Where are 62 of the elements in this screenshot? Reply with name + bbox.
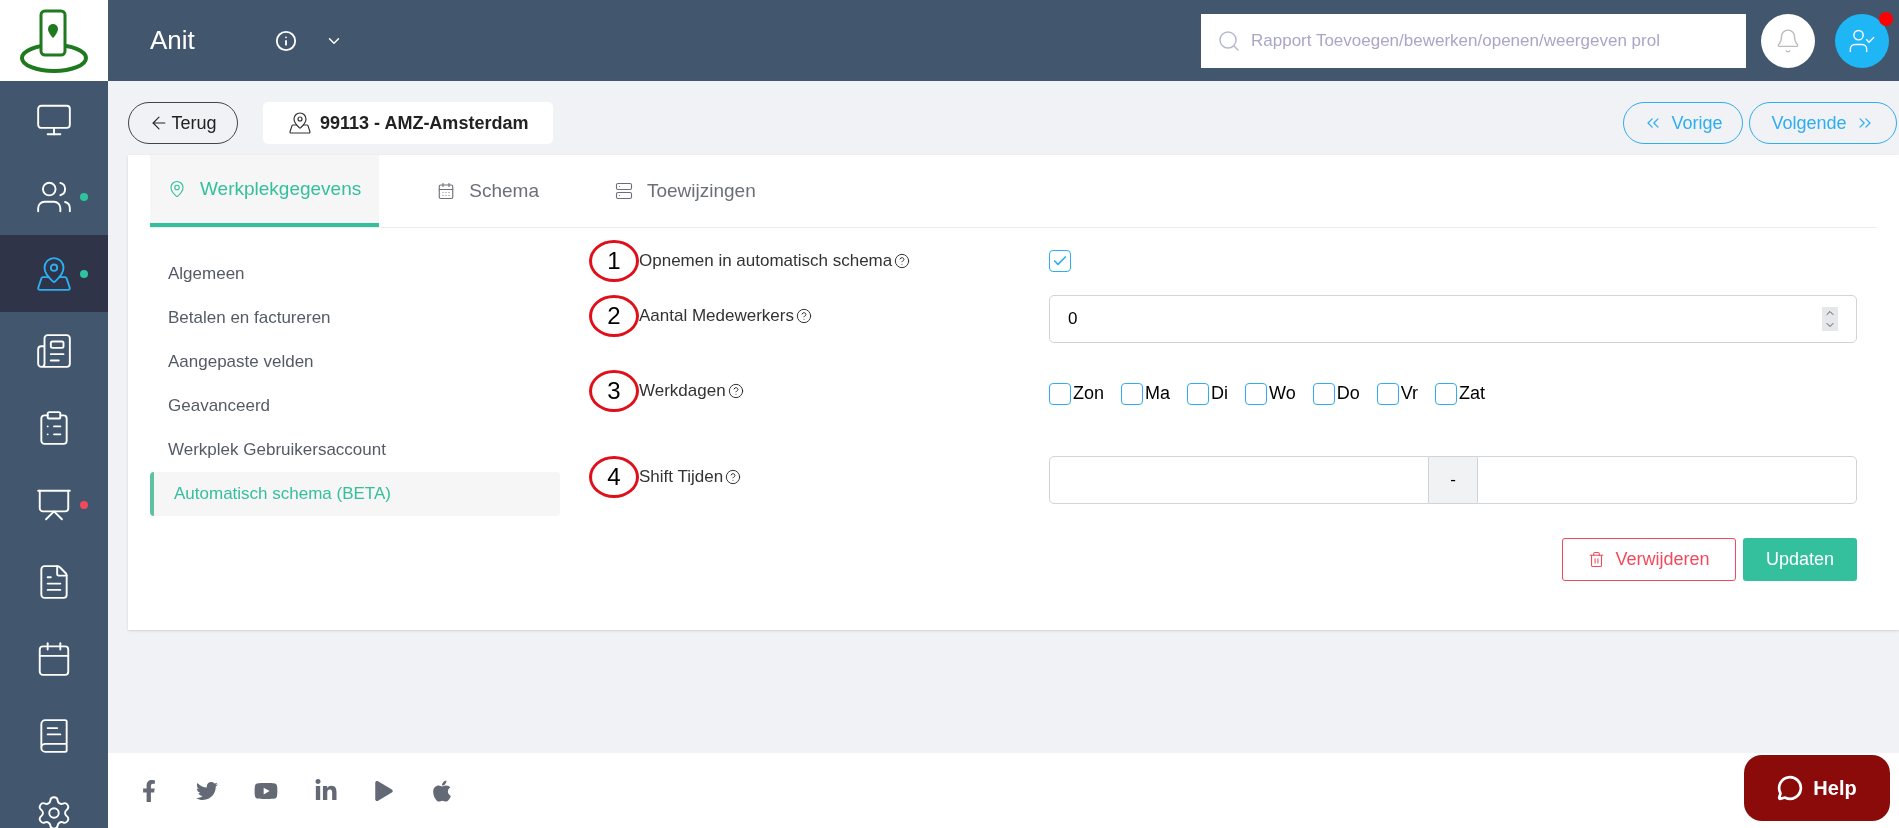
day-checkbox[interactable] bbox=[1312, 382, 1335, 405]
logo-icon bbox=[19, 7, 89, 74]
search-icon bbox=[1217, 28, 1241, 53]
field-label: Shift Tijden bbox=[639, 466, 724, 488]
annotation-marker: 3 bbox=[589, 370, 639, 412]
calendar-icon bbox=[437, 182, 456, 200]
play-store-icon[interactable] bbox=[374, 780, 394, 801]
day-label: Di bbox=[1211, 382, 1229, 405]
tab[interactable]: Toewijzingen bbox=[596, 155, 774, 227]
map-pin-icon bbox=[288, 111, 312, 135]
annotation-marker: 1 bbox=[589, 240, 639, 282]
info-icon[interactable] bbox=[274, 29, 297, 52]
day-checkbox[interactable] bbox=[1049, 382, 1071, 405]
map-pin-icon bbox=[168, 180, 186, 198]
server-icon bbox=[614, 182, 633, 200]
day-label: Zat bbox=[1459, 382, 1486, 405]
field-label: Werkdagen bbox=[639, 380, 726, 402]
sidebar-item[interactable] bbox=[0, 235, 108, 312]
day-checkbox[interactable] bbox=[1187, 382, 1210, 405]
start-time-field[interactable] bbox=[1049, 456, 1429, 504]
delete-button[interactable]: Verwijderen bbox=[1562, 538, 1736, 581]
menu-item[interactable]: Aangepaste velden bbox=[150, 340, 560, 384]
field-label: Aantal Medewerkers bbox=[639, 305, 794, 327]
tab[interactable]: Schema bbox=[419, 155, 557, 227]
day-label: Zon bbox=[1073, 382, 1105, 405]
apple-icon[interactable] bbox=[430, 778, 454, 803]
menu-item[interactable]: Betalen en factureren bbox=[150, 296, 560, 340]
trash-icon bbox=[1588, 551, 1606, 568]
annotation-marker: 4 bbox=[589, 456, 639, 498]
number-field[interactable]: 0 bbox=[1049, 295, 1857, 343]
menu-item[interactable]: Werkplek Gebruikersaccount bbox=[150, 428, 560, 472]
menu-item[interactable]: Geavanceerd bbox=[150, 384, 560, 428]
help-button[interactable]: Help bbox=[1744, 754, 1890, 821]
field-label: Opnemen in automatisch schema bbox=[639, 250, 893, 272]
bell-icon bbox=[1775, 27, 1801, 54]
notes-icon bbox=[35, 331, 73, 370]
search-field[interactable]: Rapport Toevoegen/bewerken/openen/weergeven prol bbox=[1201, 13, 1746, 68]
notification-button[interactable] bbox=[1761, 13, 1815, 68]
annotation-marker: 2 bbox=[589, 295, 639, 337]
day-label: Wo bbox=[1269, 382, 1296, 405]
linkedin-icon[interactable] bbox=[314, 778, 338, 803]
app-title: Anit bbox=[150, 24, 195, 57]
help-icon[interactable] bbox=[894, 252, 911, 269]
help-icon[interactable] bbox=[725, 468, 742, 485]
day-checkbox[interactable] bbox=[1376, 382, 1399, 405]
twitter-icon[interactable] bbox=[196, 779, 218, 802]
search-input[interactable]: Rapport Toevoegen/bewerken/openen/weergeven prol bbox=[1251, 27, 1730, 54]
day-label: Do bbox=[1336, 382, 1360, 405]
day-label: Ma bbox=[1145, 382, 1171, 405]
day-label: Vr bbox=[1400, 382, 1419, 405]
day-checkbox[interactable] bbox=[1121, 382, 1144, 405]
range-separator: - bbox=[1429, 456, 1477, 504]
map-pin-icon bbox=[35, 254, 73, 293]
location-name: 99113 - AMZ-Amsterdam bbox=[320, 111, 529, 135]
end-time-field[interactable] bbox=[1477, 456, 1857, 504]
help-icon[interactable] bbox=[795, 307, 812, 324]
help-icon[interactable] bbox=[727, 382, 744, 399]
day-checkbox[interactable] bbox=[1435, 382, 1458, 405]
day-checkbox[interactable] bbox=[1245, 382, 1268, 405]
chat-bubble-icon bbox=[1777, 774, 1804, 801]
menu-item[interactable]: Algemeen bbox=[150, 252, 560, 296]
checkbox[interactable] bbox=[1049, 250, 1071, 272]
